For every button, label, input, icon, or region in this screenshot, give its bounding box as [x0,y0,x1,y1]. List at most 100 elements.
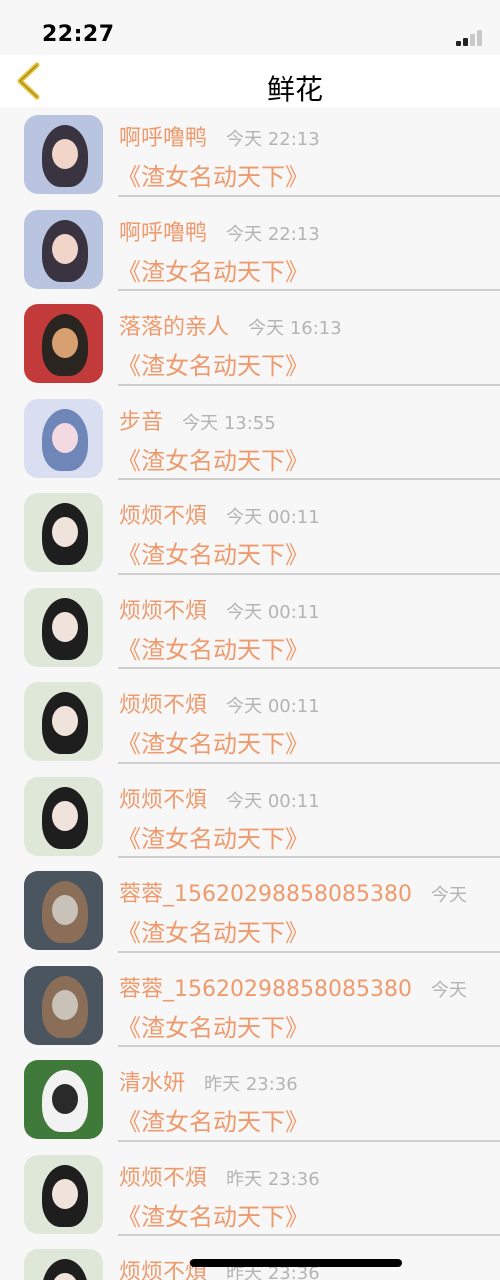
message-time: 昨天 23:36 [204,1074,298,1095]
user-name[interactable]: 啊呼噜鸭 [119,126,207,151]
avatar-face [52,611,78,642]
status-time: 22:27 [42,22,115,47]
list-item[interactable]: 烦烦不煩 今天 00:11 《渣女名动天下》 [0,580,500,675]
divider [118,194,500,197]
message-time: 今天 00:11 [226,696,320,717]
signal-icon [456,28,490,46]
avatar-man-photo[interactable] [24,1060,103,1139]
book-link[interactable]: 《渣女名动天下》 [117,1102,309,1137]
avatar-anime-boy[interactable] [24,115,103,194]
message-time: 今天 [431,979,468,1001]
message-time: 今天 22:13 [226,129,320,150]
name-line: 步音 今天 13:55 [119,404,276,436]
user-name[interactable]: 清水妍 [119,1071,185,1096]
list-item[interactable]: 烦烦不煩 今天 00:11 《渣女名动天下》 [0,485,500,580]
gift-list[interactable]: 啊呼噜鸭 今天 22:13 《渣女名动天下》 啊呼噜鸭 今天 22:13 《渣女… [0,107,500,1280]
user-name[interactable]: 步音 [119,410,163,435]
book-link[interactable]: 《渣女名动天下》 [117,252,309,287]
user-name[interactable]: 落落的亲人 [119,315,229,340]
name-line: 蓉蓉_15620298858085380 今天 [119,971,467,1003]
avatar-children-photo[interactable] [24,965,103,1045]
message-time: 昨天 23:36 [226,1168,320,1190]
book-link[interactable]: 《渣女名动天下》 [117,913,309,948]
divider [118,572,500,575]
avatar-face [52,706,78,736]
book-link[interactable]: 《渣女名动天下》 [117,157,309,192]
avatar-girl-photo[interactable] [24,587,103,667]
avatar-face [52,800,78,831]
name-line: 啊呼噜鸭 今天 22:13 [119,215,320,247]
list-item[interactable]: 蓉蓉_15620298858085380 今天 《渣女名动天下》 [0,863,500,958]
name-line: 烦烦不煩 今天 00:11 [119,782,320,814]
avatar-girl-photo[interactable] [24,682,103,761]
message-time: 今天 00:11 [226,790,320,812]
book-link[interactable]: 《渣女名动天下》 [117,441,309,476]
name-line: 烦烦不煩 今天 00:11 [119,687,320,719]
book-link[interactable]: 《渣女名动天下》 [117,535,309,570]
book-link[interactable]: 《渣女名动天下》 [117,346,309,381]
divider [118,856,500,858]
status-bar: 22:27 [0,0,500,55]
name-line: 落落的亲人 今天 16:13 [119,309,342,341]
name-line: 清水妍 昨天 23:36 [119,1065,298,1097]
avatar-face [52,1084,78,1114]
name-line: 烦烦不煩 昨天 23:36 [119,1254,320,1280]
avatar-anime-girl[interactable] [24,398,103,478]
user-name[interactable]: 烦烦不煩 [119,788,207,813]
avatar-face [52,895,78,925]
page-title: 鲜花 [266,73,323,106]
avatar-face [52,233,78,264]
user-name[interactable]: 烦烦不煩 [119,504,207,529]
message-time: 今天 22:13 [226,223,320,245]
name-line: 烦烦不煩 今天 00:11 [119,593,320,625]
avatar-girl-photo[interactable] [24,1249,103,1280]
message-time: 今天 [431,885,468,906]
avatar-children-photo[interactable] [24,871,103,950]
message-time: 今天 00:11 [226,601,320,623]
book-link[interactable]: 《渣女名动天下》 [117,724,309,759]
book-link[interactable]: 《渣女名动天下》 [117,819,309,854]
list-item[interactable]: 烦烦不煩 昨天 23:36 《渣女名动天下》 [0,1147,500,1242]
user-name[interactable]: 啊呼噜鸭 [119,221,207,246]
user-name[interactable]: 烦烦不煩 [119,693,207,718]
list-item[interactable]: 烦烦不煩 今天 00:11 《渣女名动天下》 [0,769,500,864]
divider [118,950,500,953]
avatar-girl-photo[interactable] [24,1154,103,1234]
list-item[interactable]: 落落的亲人 今天 16:13 《渣女名动天下》 [0,296,500,391]
divider [118,1045,500,1047]
list-item[interactable]: 啊呼噜鸭 今天 22:13 《渣女名动天下》 [0,202,500,297]
home-indicator[interactable] [190,1259,402,1267]
avatar-girl-photo[interactable] [24,776,103,856]
avatar-face [52,517,78,547]
message-time: 今天 16:13 [248,318,342,339]
divider [118,761,500,764]
divider [118,383,500,386]
list-item[interactable]: 步音 今天 13:55 《渣女名动天下》 [0,391,500,486]
user-name[interactable]: 蓉蓉_15620298858085380 [119,977,412,1002]
user-name[interactable]: 蓉蓉_15620298858085380 [119,882,412,907]
name-line: 啊呼噜鸭 今天 22:13 [119,120,320,152]
message-time: 今天 13:55 [182,412,276,434]
divider [118,1139,500,1142]
avatar-face [52,422,78,453]
user-name[interactable]: 烦烦不煩 [119,599,207,624]
list-item[interactable]: 蓉蓉_15620298858085380 今天 《渣女名动天下》 [0,958,500,1053]
user-name[interactable]: 烦烦不煩 [119,1166,207,1191]
avatar-face [52,139,78,169]
avatar-face [52,1178,78,1209]
avatar-face [52,328,78,358]
avatar-cat[interactable] [24,304,103,383]
avatar-girl-photo[interactable] [24,493,103,572]
name-line: 烦烦不煩 昨天 23:36 [119,1160,320,1192]
divider [118,289,500,291]
divider [118,478,500,480]
message-time: 今天 00:11 [226,507,320,528]
list-item[interactable]: 啊呼噜鸭 今天 22:13 《渣女名动天下》 [0,107,500,202]
book-link[interactable]: 《渣女名动天下》 [117,1008,309,1043]
divider [118,1234,500,1236]
book-link[interactable]: 《渣女名动天下》 [117,630,309,665]
avatar-anime-boy[interactable] [24,209,103,289]
list-item[interactable]: 清水妍 昨天 23:36 《渣女名动天下》 [0,1052,500,1147]
book-link[interactable]: 《渣女名动天下》 [117,1197,309,1232]
list-item[interactable]: 烦烦不煩 今天 00:11 《渣女名动天下》 [0,674,500,769]
